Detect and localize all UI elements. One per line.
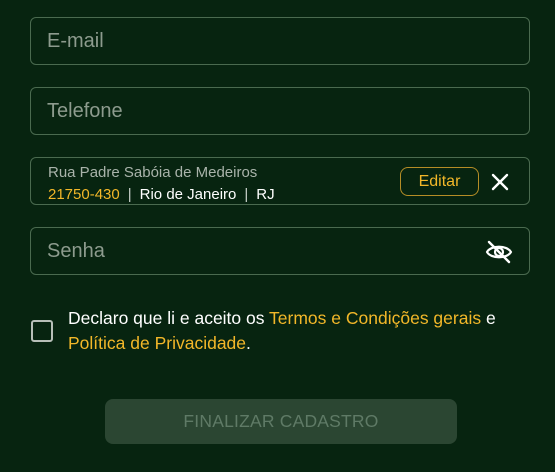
address-street: Rua Padre Sabóia de Medeiros (48, 164, 258, 181)
terms-checkbox[interactable] (31, 320, 53, 342)
address-separator: | (244, 186, 249, 203)
terms-text: Declaro que li e aceito os Termos e Cond… (68, 306, 538, 356)
terms-suffix: . (246, 333, 251, 353)
password-field-box (30, 227, 530, 275)
terms-conjunction: e (481, 308, 496, 328)
close-icon (491, 173, 509, 191)
address-state: RJ (256, 186, 275, 203)
email-input[interactable] (31, 18, 529, 64)
privacy-link[interactable]: Política de Privacidade (68, 333, 246, 353)
email-field-box (30, 17, 530, 65)
terms-agreement: Declaro que li e aceito os Termos e Cond… (30, 306, 530, 362)
address-city: Rio de Janeiro (139, 186, 237, 203)
phone-input[interactable] (31, 88, 529, 134)
address-details: 21750-430 | Rio de Janeiro | RJ (48, 186, 275, 203)
finalize-registration-button[interactable]: FINALIZAR CADASTRO (105, 399, 457, 444)
toggle-password-visibility-button[interactable] (484, 238, 514, 266)
password-input[interactable] (31, 228, 529, 274)
clear-address-button[interactable] (487, 169, 513, 195)
address-card: Rua Padre Sabóia de Medeiros 21750-430 | R… (30, 157, 530, 205)
edit-address-button[interactable]: Editar (400, 167, 479, 196)
terms-link[interactable]: Termos e Condições gerais (269, 308, 481, 328)
address-cep: 21750-430 (48, 186, 120, 203)
terms-prefix: Declaro que li e aceito os (68, 308, 270, 328)
phone-field-box (30, 87, 530, 135)
address-separator: | (127, 186, 132, 203)
eye-off-icon (485, 240, 513, 264)
